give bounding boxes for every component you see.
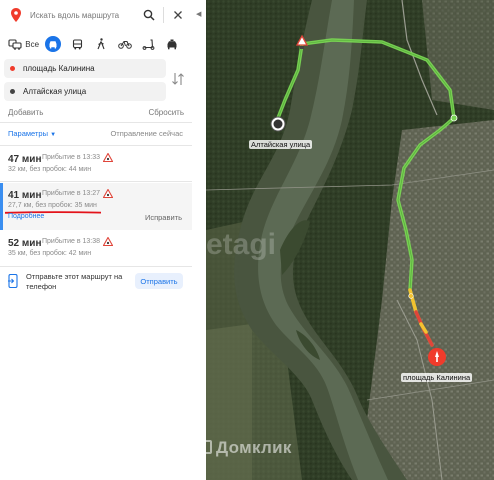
edit-route-link[interactable]: Исправить xyxy=(145,213,182,222)
car-icon xyxy=(49,40,57,48)
search-bar[interactable]: Искать вдоль маршрута xyxy=(4,3,188,27)
send-button[interactable]: Отправить xyxy=(135,273,183,289)
selected-indicator xyxy=(0,183,3,230)
route-from-field[interactable]: площадь Калинина xyxy=(4,59,166,78)
send-to-phone: Отправьте этот маршрут на телефон Отправ… xyxy=(0,268,192,294)
scooter-icon xyxy=(142,38,155,50)
add-point-link[interactable]: Добавить xyxy=(8,108,43,117)
chevron-down-icon: ▼ xyxy=(50,132,57,138)
search-icon[interactable] xyxy=(139,5,159,25)
route-option[interactable]: 47 мин Прибытие в 13:33 32 км, без пробо… xyxy=(0,152,192,184)
chevron-left-icon: ◀ xyxy=(196,11,202,18)
car-bus-icon xyxy=(8,38,22,50)
route-duration: 52 мин xyxy=(8,238,42,249)
map-view[interactable]: ◀ etagi Алтайская улица площадь Калинина… xyxy=(192,0,494,480)
domclick-watermark: Домклик xyxy=(216,438,292,457)
domclick-logo-icon xyxy=(198,440,212,454)
taxi-icon xyxy=(167,39,177,49)
search-input[interactable]: Искать вдоль маршрута xyxy=(30,11,139,20)
route-duration: 41 мин xyxy=(8,190,42,201)
map-label-origin: площадь Калинина xyxy=(401,373,473,382)
route-option-selected[interactable]: 41 мин Прибытие в 13:27 27,7 км, без про… xyxy=(0,183,192,230)
route-from-value: площадь Калинина xyxy=(23,64,95,73)
from-dot-icon xyxy=(10,66,15,71)
mode-scooter[interactable] xyxy=(139,36,159,52)
route-panel: Искать вдоль маршрута Все площадь Калини… xyxy=(0,0,192,480)
map-label-destination: Алтайская улица xyxy=(249,140,313,149)
mode-bike[interactable] xyxy=(115,36,135,52)
walking-icon xyxy=(97,38,105,50)
mode-all-label: Все xyxy=(25,39,40,49)
to-dot-icon xyxy=(10,89,15,94)
roadwork-warning-icon xyxy=(103,153,113,162)
divider xyxy=(0,181,192,182)
departure-time[interactable]: Отправление сейчас xyxy=(110,129,183,138)
bicycle-icon xyxy=(118,41,132,49)
route-arrival: Прибытие в 13:33 xyxy=(42,154,101,161)
roadwork-warning-icon xyxy=(103,189,113,198)
route-arrival: Прибытие в 13:38 xyxy=(42,238,101,245)
route-details: 32 км, без пробок: 44 мин xyxy=(8,166,92,173)
collapse-panel-button[interactable]: ◀ xyxy=(192,0,206,480)
etagi-watermark: etagi xyxy=(206,228,277,261)
roadwork-warning-icon xyxy=(103,237,113,246)
mode-taxi[interactable] xyxy=(162,36,182,52)
phone-icon xyxy=(8,274,18,288)
bus-icon xyxy=(73,38,83,49)
divider xyxy=(0,145,192,146)
parameters-label: Параметры xyxy=(8,129,48,138)
parameters-dropdown[interactable]: Параметры ▼ xyxy=(8,129,56,138)
details-link[interactable]: Подробнее xyxy=(8,213,44,220)
mode-car[interactable] xyxy=(45,36,61,52)
swap-icon[interactable] xyxy=(171,71,185,87)
reset-link[interactable]: Сбросить xyxy=(148,108,184,117)
mode-all[interactable]: Все xyxy=(6,36,41,52)
route-actions: Добавить Сбросить xyxy=(8,108,184,117)
divider xyxy=(0,266,192,267)
divider xyxy=(0,122,192,123)
route-to-field[interactable]: Алтайская улица xyxy=(4,82,166,101)
separator xyxy=(163,7,164,23)
location-pin-icon xyxy=(11,8,21,22)
close-icon[interactable] xyxy=(168,5,188,25)
route-details: 35 км, без пробок: 42 мин xyxy=(8,250,92,257)
transport-modes: Все xyxy=(6,36,186,52)
send-text: Отправьте этот маршрут на телефон xyxy=(26,272,123,291)
route-details: 27,7 км, без пробок: 35 мин xyxy=(8,202,97,209)
mode-transit[interactable] xyxy=(68,36,88,52)
route-option[interactable]: 52 мин Прибытие в 13:38 35 км, без пробо… xyxy=(0,236,192,266)
mode-walk[interactable] xyxy=(92,36,112,52)
route-to-value: Алтайская улица xyxy=(23,87,87,96)
route-duration: 47 мин xyxy=(8,154,42,165)
route-arrival: Прибытие в 13:27 xyxy=(42,190,101,197)
